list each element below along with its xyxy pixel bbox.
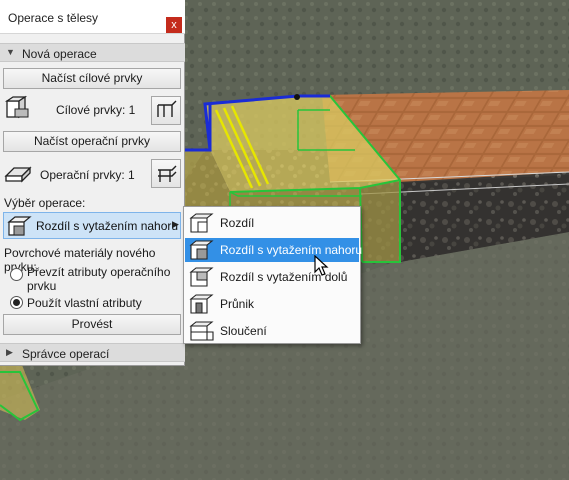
target-elements-icon bbox=[4, 95, 32, 123]
palette-titlebar[interactable]: Operace s tělesy bbox=[0, 0, 185, 34]
radio-selected-dot bbox=[13, 299, 20, 306]
target-count-label: Cílové prvky: 1 bbox=[56, 103, 136, 117]
subtract-icon bbox=[189, 213, 214, 233]
radio-inherit-attributes[interactable] bbox=[10, 268, 23, 281]
menu-item-subtract[interactable]: Rozdíl bbox=[185, 211, 359, 235]
pick-elements-icon bbox=[158, 165, 177, 182]
collapse-triangle-icon: ▼ bbox=[6, 47, 15, 57]
execute-button[interactable]: Provést bbox=[3, 314, 181, 335]
radio-inherit-attributes-label[interactable]: Převzít atributy operačního prvku bbox=[27, 265, 177, 293]
pick-elements-icon bbox=[157, 100, 177, 117]
union-icon bbox=[189, 321, 214, 341]
section-operation-manager[interactable]: ▶ Správce operací bbox=[0, 343, 185, 362]
radio-own-attributes-label[interactable]: Použít vlastní atributy bbox=[27, 296, 142, 310]
pick-operator-button[interactable] bbox=[151, 159, 181, 188]
load-target-button[interactable]: Načíst cílové prvky bbox=[3, 68, 181, 89]
menu-item-subtract-downward[interactable]: Rozdíl s vytažením dolů bbox=[185, 265, 359, 289]
menu-item-intersection[interactable]: Průnik bbox=[185, 292, 359, 316]
subtract-upward-icon bbox=[189, 240, 214, 260]
menu-item-label: Průnik bbox=[220, 297, 255, 311]
intersection-icon bbox=[189, 294, 214, 314]
load-operator-button[interactable]: Načíst operační prvky bbox=[3, 131, 181, 152]
operator-elements-icon bbox=[4, 160, 32, 188]
solid-operations-palette: Operace s tělesy x ▼ Nová operace Načíst… bbox=[0, 0, 185, 366]
menu-item-subtract-upward[interactable]: Rozdíl s vytažením nahoru bbox=[185, 238, 363, 262]
palette-title: Operace s tělesy bbox=[8, 11, 99, 25]
menu-item-label: Rozdíl bbox=[220, 216, 255, 230]
close-button[interactable]: x bbox=[166, 17, 182, 33]
subtract-downward-icon bbox=[189, 267, 214, 287]
pick-target-button[interactable] bbox=[151, 96, 181, 125]
operation-select-label: Výběr operace: bbox=[4, 196, 86, 210]
section-operation-manager-label: Správce operací bbox=[22, 347, 110, 361]
operation-select[interactable]: Rozdíl s vytažením nahoru ▶ bbox=[3, 212, 181, 239]
mouse-cursor-icon bbox=[314, 255, 329, 276]
menu-item-union[interactable]: Sloučení bbox=[185, 319, 359, 343]
operation-menu: Rozdíl Rozdíl s vytažením nahoru Rozdíl … bbox=[183, 206, 363, 344]
radio-own-attributes[interactable] bbox=[10, 296, 23, 309]
submenu-arrow-icon: ▶ bbox=[172, 219, 179, 229]
subtract-upward-icon bbox=[7, 216, 32, 236]
operator-count-label: Operační prvky: 1 bbox=[40, 168, 135, 182]
expand-triangle-icon: ▶ bbox=[6, 347, 13, 357]
section-new-operation-label: Nová operace bbox=[22, 47, 97, 61]
menu-item-label: Sloučení bbox=[220, 324, 267, 338]
section-new-operation[interactable]: ▼ Nová operace bbox=[0, 43, 185, 62]
operation-select-value: Rozdíl s vytažením nahoru bbox=[36, 219, 179, 233]
menu-item-label: Rozdíl s vytažením nahoru bbox=[220, 243, 363, 257]
